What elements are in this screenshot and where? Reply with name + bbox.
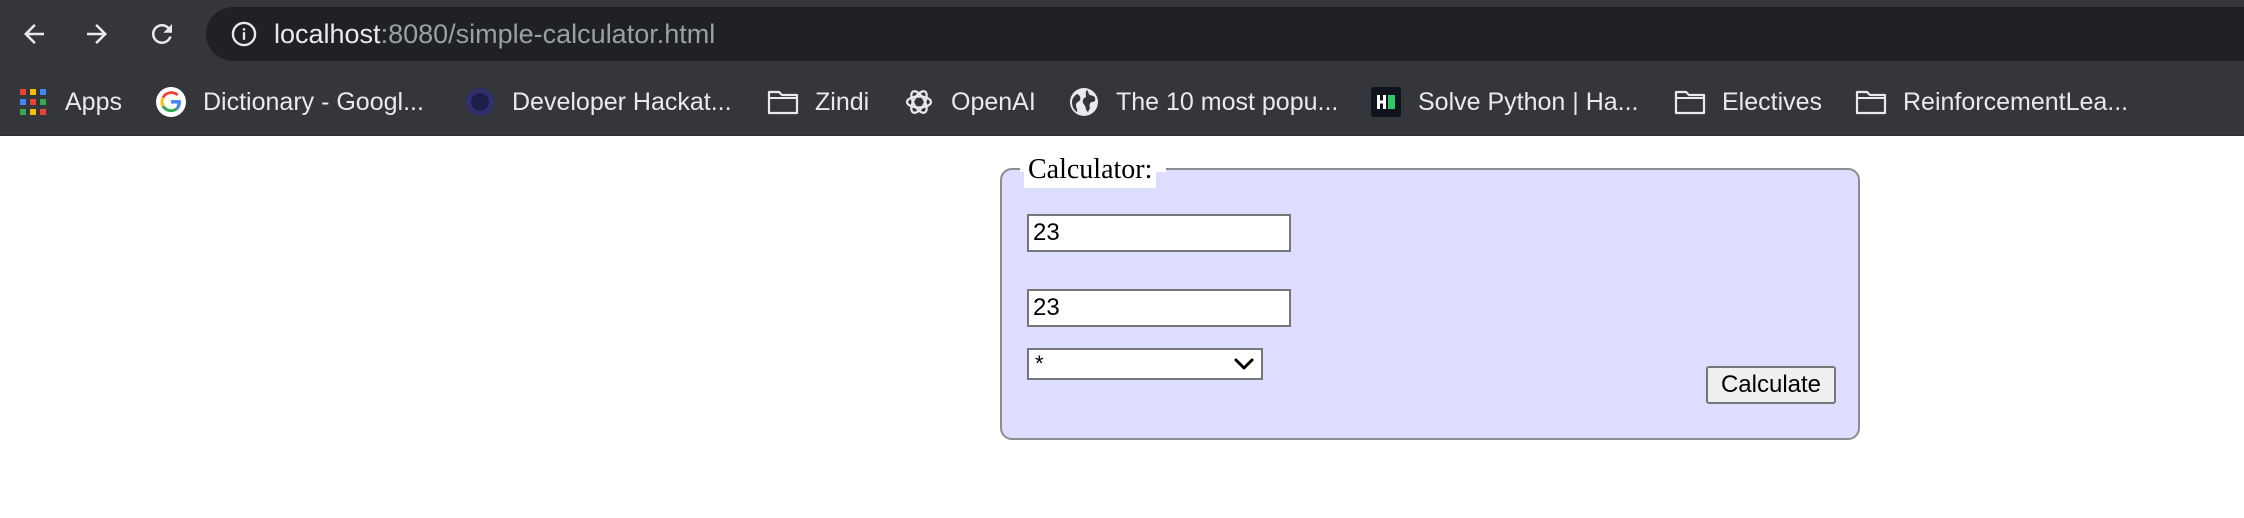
bookmark-label: Developer Hackat...: [512, 87, 732, 116]
url-text[interactable]: localhost:8080/simple-calculator.html: [274, 7, 715, 61]
bookmark-reinforcement-learning[interactable]: ReinforcementLea...: [1854, 68, 2128, 136]
bookmark-label: OpenAI: [951, 87, 1036, 116]
info-icon[interactable]: [230, 20, 258, 48]
url-host: localhost: [274, 19, 381, 49]
bookmark-label: Dictionary - Googl...: [203, 87, 424, 116]
bookmark-electives[interactable]: Electives: [1673, 68, 1822, 136]
calculator-fieldset: Calculator: * Calculate: [1000, 154, 1860, 440]
folder-icon: [1854, 85, 1888, 119]
google-icon: [154, 85, 188, 119]
bookmarks-bar: Apps Dictionary - Googl... Developer Hac…: [0, 68, 2244, 136]
first-number-input[interactable]: [1027, 214, 1291, 252]
calculate-button[interactable]: Calculate: [1706, 366, 1836, 404]
browser-toolbar: localhost:8080/simple-calculator.html: [0, 0, 2244, 68]
bookmark-openai[interactable]: OpenAI: [902, 68, 1036, 136]
back-button[interactable]: [12, 12, 56, 56]
bookmark-label: Zindi: [815, 87, 870, 116]
bookmark-10-most-popular[interactable]: The 10 most popu...: [1067, 68, 1338, 136]
openai-icon: [902, 85, 936, 119]
chevron-down-icon: [1233, 353, 1255, 375]
folder-icon: [766, 85, 800, 119]
bookmark-hackerrank[interactable]: Solve Python | Ha...: [1369, 68, 1639, 136]
bookmark-developer-hackathon[interactable]: Developer Hackat...: [463, 68, 732, 136]
bookmark-label: The 10 most popu...: [1116, 87, 1339, 116]
bookmark-label: Solve Python | Ha...: [1418, 87, 1639, 116]
site-favicon-icon: [463, 85, 497, 119]
reload-icon: [151, 23, 172, 44]
page-content: Calculator: * Calculate: [0, 136, 2244, 518]
reload-button[interactable]: [140, 12, 184, 56]
apps-grid-icon: [16, 85, 50, 119]
bookmark-label: ReinforcementLea...: [1903, 87, 2129, 116]
bookmark-apps[interactable]: Apps: [16, 68, 122, 136]
bookmark-label: Electives: [1722, 87, 1823, 116]
bookmark-label: Apps: [65, 87, 122, 116]
globe-icon: [1067, 85, 1101, 119]
folder-icon: [1673, 85, 1707, 119]
forward-button[interactable]: [75, 12, 119, 56]
hackerrank-icon: [1369, 85, 1403, 119]
address-bar[interactable]: localhost:8080/simple-calculator.html: [206, 7, 2244, 61]
calculator-legend: Calculator:: [1024, 154, 1157, 188]
arrow-left-icon: [24, 24, 44, 44]
arrow-right-icon: [87, 24, 107, 44]
url-path: :8080/simple-calculator.html: [380, 19, 716, 49]
second-number-input[interactable]: [1027, 289, 1291, 327]
bookmark-dictionary[interactable]: Dictionary - Googl...: [154, 68, 424, 136]
operator-selected-value: *: [1035, 351, 1044, 376]
bookmark-zindi[interactable]: Zindi: [766, 68, 869, 136]
operator-select[interactable]: *: [1027, 348, 1263, 380]
